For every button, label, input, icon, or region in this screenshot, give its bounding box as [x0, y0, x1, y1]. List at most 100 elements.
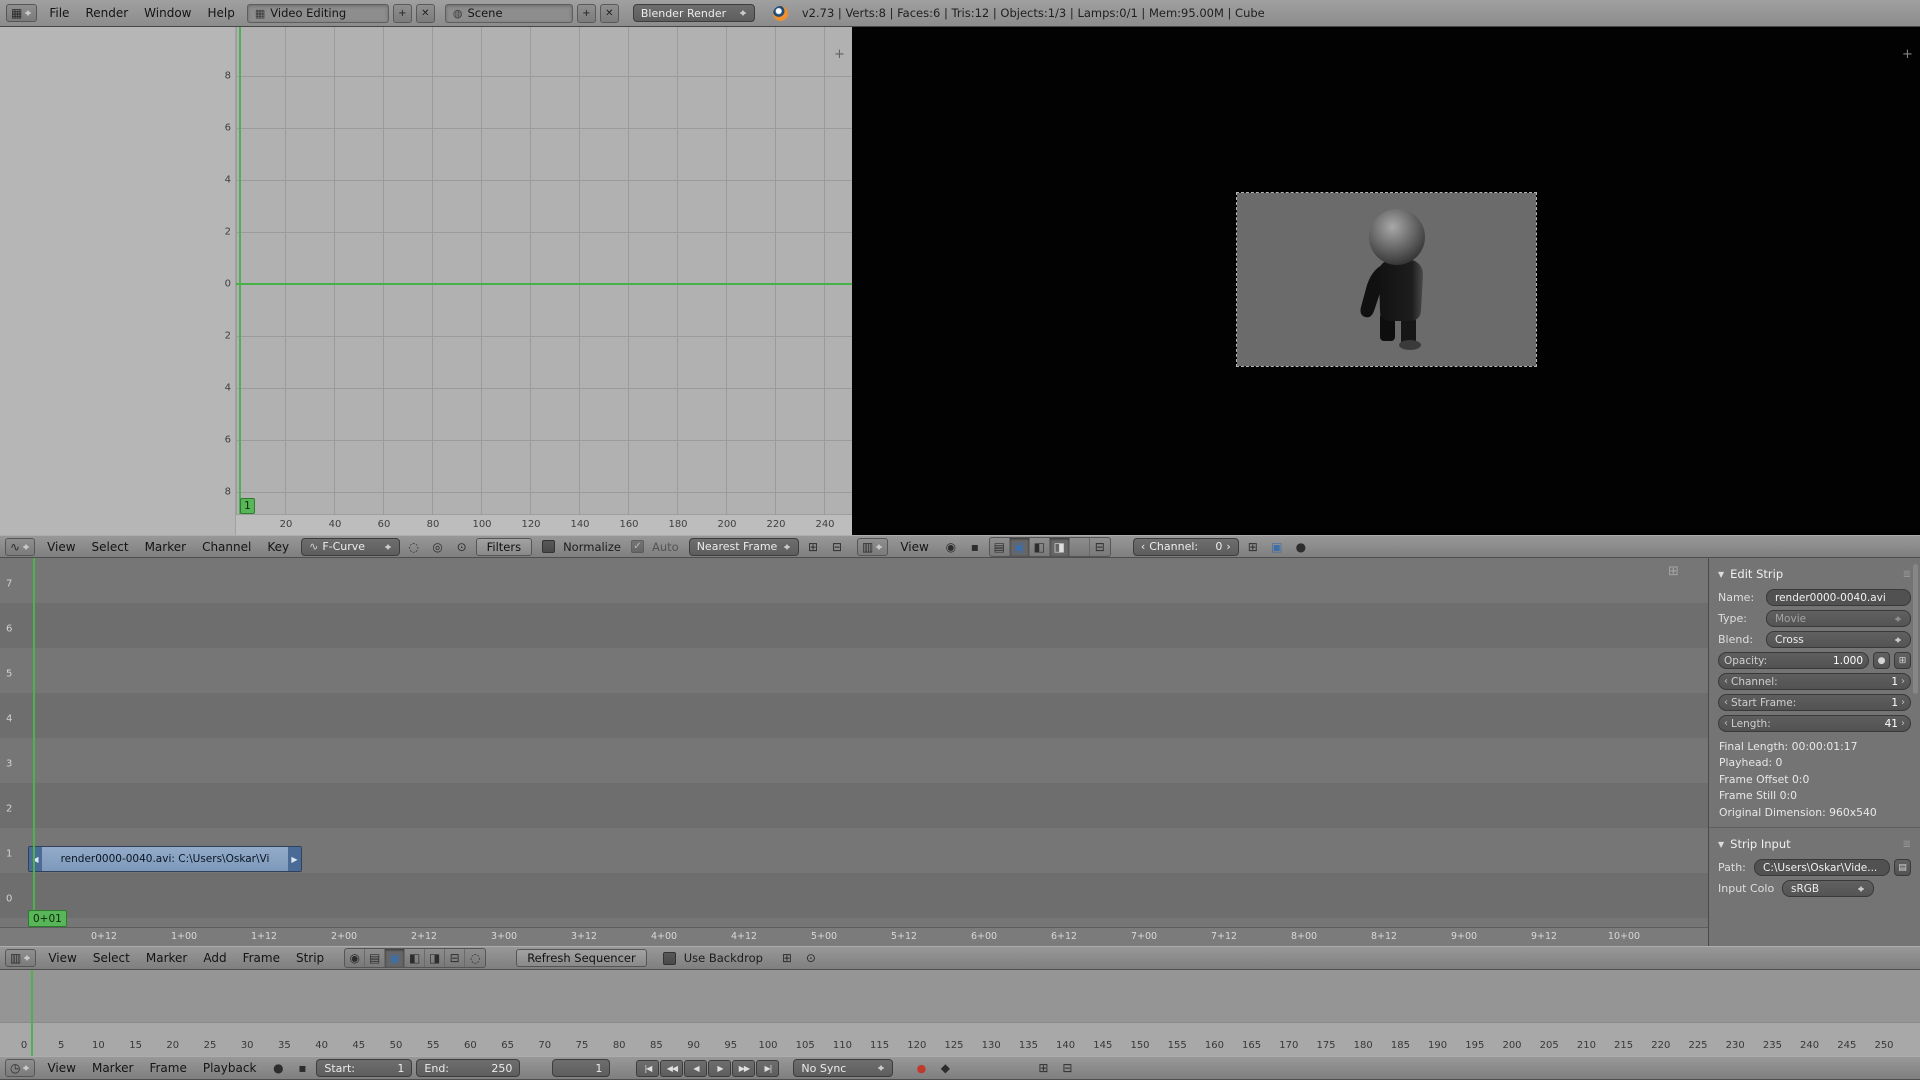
graph-editor-region[interactable]: 864202468 204060801001201401601802002202… [0, 27, 852, 535]
play-reverse-icon[interactable]: ◀ [684, 1060, 707, 1077]
ghost-curves-icon[interactable]: ◎ [428, 538, 448, 556]
overlay-icon[interactable]: ◨ [425, 949, 445, 967]
panel-grip-icon[interactable]: ≣ [1903, 839, 1911, 850]
next-keyframe-icon[interactable]: ▶▶ [732, 1060, 755, 1077]
increment-icon[interactable]: › [1901, 676, 1905, 687]
start-frame-field[interactable]: Start: 1 [316, 1059, 412, 1077]
channel-number-field[interactable]: ‹ Channel: 1 › [1718, 673, 1911, 690]
file-browse-icon[interactable]: ▤ [1894, 859, 1911, 876]
strip-name-field[interactable]: render0000-0040.avi [1766, 589, 1911, 606]
timeline-menu-item[interactable]: Marker [84, 1059, 141, 1077]
timeline-playhead-line[interactable] [31, 970, 33, 1056]
sequencer-editor-type-button[interactable]: ▥ [5, 949, 36, 967]
color-management-icon[interactable]: ▣ [1267, 538, 1287, 556]
panel-grip-icon[interactable]: ≣ [1903, 569, 1911, 580]
display-waveform-icon[interactable]: ⊟ [1090, 538, 1110, 556]
keying-set-icon[interactable]: ◆ [935, 1059, 955, 1077]
delete-keyframe-icon[interactable]: ⊟ [1057, 1059, 1077, 1077]
edit-strip-panel-header[interactable]: ▼ Edit Strip ≣ [1709, 562, 1920, 585]
graph-grid[interactable] [236, 27, 852, 514]
timeline-menu-item[interactable]: View [39, 1059, 83, 1077]
increment-icon[interactable]: › [1226, 540, 1230, 553]
delete-layout-button[interactable]: ✕ [416, 4, 435, 23]
snap-strip-icon[interactable]: ⊟ [445, 949, 465, 967]
increment-icon[interactable]: › [1901, 718, 1905, 729]
prev-keyframe-icon[interactable]: ◀◀ [660, 1060, 683, 1077]
render-engine-dropdown[interactable]: Blender Render [633, 4, 755, 22]
strip-right-handle-icon[interactable]: ▶ [288, 847, 301, 871]
topbar-menu-item[interactable]: File [41, 4, 77, 22]
display-split-left-icon[interactable]: ◧ [1030, 538, 1050, 556]
timeline-frame-ruler[interactable]: 0510152025303540455055606570758085909510… [0, 1022, 1920, 1056]
graph-menu-item[interactable]: Select [84, 538, 137, 556]
gpencil-icon[interactable]: ● [1291, 538, 1311, 556]
filters-button[interactable]: Filters [476, 538, 532, 556]
region-options-icon[interactable]: ⊞ [1668, 566, 1679, 578]
timeline-menu-item[interactable]: Frame [141, 1059, 194, 1077]
opacity-slider[interactable]: Opacity: 1.000 [1718, 652, 1869, 669]
lock-icon[interactable]: ▪ [292, 1059, 312, 1077]
display-histogram-icon[interactable] [1070, 538, 1090, 556]
current-frame-field[interactable]: 1 [552, 1059, 610, 1077]
jump-to-end-icon[interactable]: ▶| [756, 1060, 779, 1077]
display-split-right-icon[interactable]: ◨ [1050, 538, 1070, 556]
sync-mode-dropdown[interactable]: No Sync [793, 1059, 893, 1077]
copy-image-icon[interactable]: ⊞ [1243, 538, 1263, 556]
sphere-display-icon[interactable]: ◉ [941, 538, 961, 556]
topbar-menu-item[interactable]: Window [136, 4, 199, 22]
jump-to-start-icon[interactable]: |◀ [636, 1060, 659, 1077]
timeline-region[interactable]: 0510152025303540455055606570758085909510… [0, 970, 1920, 1056]
normalize-checkbox[interactable] [542, 540, 555, 553]
sequencer-menu-item[interactable]: Frame [235, 949, 288, 967]
graph-menu-item[interactable]: Marker [137, 538, 194, 556]
sequencer-timeline-region[interactable]: 76543210 ◀ render0000-0040.avi: C:\Users… [0, 558, 1708, 946]
snap-mode-dropdown[interactable]: Nearest Frame [689, 538, 799, 556]
add-layout-button[interactable]: + [393, 4, 412, 23]
sequencer-time-ruler[interactable]: 0+121+001+122+002+123+003+124+004+125+00… [0, 927, 1708, 946]
topbar-menu-item[interactable]: Help [200, 4, 243, 22]
use-backdrop-checkbox[interactable] [663, 952, 676, 965]
screen-layout-selector[interactable]: ▦ Video Editing [247, 4, 389, 23]
paste-keyframes-icon[interactable]: ⊟ [827, 538, 847, 556]
scene-selector[interactable]: ◍ Scene [445, 4, 573, 23]
decrement-icon[interactable]: ‹ [1724, 718, 1728, 729]
strip-left-handle-icon[interactable]: ◀ [29, 847, 42, 871]
graph-menu-item[interactable]: View [39, 538, 83, 556]
panel-scrollbar[interactable] [1913, 564, 1918, 694]
graph-menu-item[interactable]: Key [259, 538, 297, 556]
fcurve-mode-dropdown[interactable]: ∿ F-Curve [301, 538, 400, 556]
increment-icon[interactable]: › [1901, 697, 1905, 708]
graph-menu-item[interactable]: Channel [194, 538, 259, 556]
end-frame-field[interactable]: End: 250 [416, 1059, 520, 1077]
graph-current-frame-badge[interactable]: 1 [240, 498, 255, 514]
start-frame-field[interactable]: ‹ Start Frame: 1 › [1718, 694, 1911, 711]
opacity-options-icon[interactable]: ⊞ [1894, 652, 1911, 669]
timeline-menu-item[interactable]: Playback [195, 1059, 265, 1077]
graph-playhead-line[interactable] [239, 27, 241, 514]
graph-panel-plus-icon[interactable]: + [834, 49, 845, 61]
sequencer-menu-item[interactable]: Select [85, 949, 138, 967]
add-scene-button[interactable]: + [577, 4, 596, 23]
display-sequence-icon[interactable]: ▤ [990, 538, 1010, 556]
blend-mode-dropdown[interactable]: Cross [1766, 631, 1911, 648]
view-both-icon[interactable]: ▣ [385, 949, 405, 967]
mute-preview-icon[interactable]: ▪ [965, 538, 985, 556]
sequencer-menu-item[interactable]: Marker [138, 949, 195, 967]
select-cursor-icon[interactable]: ◌ [404, 538, 424, 556]
editor-type-button[interactable]: ▦ [6, 4, 37, 22]
decrement-icon[interactable]: ‹ [1724, 676, 1728, 687]
delete-scene-button[interactable]: ✕ [600, 4, 619, 23]
animate-opacity-icon[interactable]: ● [1873, 652, 1890, 669]
strip-input-panel-header[interactable]: ▼ Strip Input ≣ [1709, 832, 1920, 855]
sequencer-menu-item[interactable]: Add [195, 949, 234, 967]
decrement-icon[interactable]: ‹ [1724, 697, 1728, 708]
timeline-editor-type-button[interactable]: ◷ [5, 1059, 35, 1077]
movie-strip[interactable]: ◀ render0000-0040.avi: C:\Users\Oskar\Vi… [28, 846, 302, 872]
play-icon[interactable]: ▶ [708, 1060, 731, 1077]
decrement-icon[interactable]: ‹ [1141, 540, 1145, 553]
sequencer-menu-item[interactable]: Strip [288, 949, 332, 967]
proxy-icon[interactable]: ◧ [405, 949, 425, 967]
sequencer-current-frame-badge[interactable]: 0+01 [28, 910, 67, 927]
sequencer-preview-region[interactable]: + [852, 27, 1920, 535]
display-image-icon[interactable]: ▣ [1010, 538, 1030, 556]
